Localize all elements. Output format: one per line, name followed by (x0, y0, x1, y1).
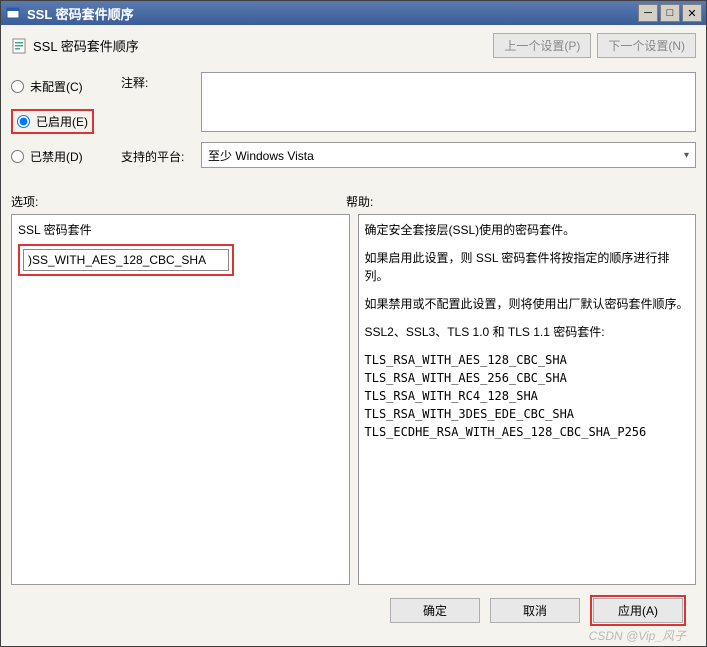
help-p3: 如果禁用或不配置此设置，则将使用出厂默认密码套件顺序。 (365, 295, 690, 313)
radio-enabled-input[interactable] (17, 115, 30, 128)
cipher-input-highlight (18, 244, 234, 276)
titlebar[interactable]: SSL 密码套件顺序 ─ □ ✕ (1, 1, 706, 25)
config-area: 未配置(C) 已启用(E) 已禁用(D) 注释: (11, 72, 696, 179)
fields-column: 注释: 支持的平台: 至少 Windows Vista ▾ (121, 72, 696, 179)
panel-labels: 选项: 帮助: (11, 193, 696, 210)
footer: 确定 取消 应用(A) (11, 585, 696, 636)
options-panel-title: SSL 密码套件 (18, 221, 343, 238)
options-label: 选项: (11, 193, 346, 210)
panels: SSL 密码套件 确定安全套接层(SSL)使用的密码套件。 如果启用此设置，则 … (11, 214, 696, 585)
chevron-down-icon: ▾ (684, 150, 689, 161)
radio-group: 未配置(C) 已启用(E) 已禁用(D) (11, 72, 121, 179)
header-title-text: SSL 密码套件顺序 (33, 36, 139, 55)
app-icon (5, 5, 21, 21)
options-panel[interactable]: SSL 密码套件 (11, 214, 350, 585)
cipher-line: TLS_RSA_WITH_RC4_128_SHA (365, 387, 690, 405)
window-title: SSL 密码套件顺序 (27, 4, 638, 23)
nav-buttons: 上一个设置(P) 下一个设置(N) (493, 33, 696, 58)
comment-textarea[interactable] (201, 72, 696, 132)
platform-value: 至少 Windows Vista (208, 147, 314, 164)
help-panel[interactable]: 确定安全套接层(SSL)使用的密码套件。 如果启用此设置，则 SSL 密码套件将… (358, 214, 697, 585)
content-area: SSL 密码套件顺序 上一个设置(P) 下一个设置(N) 未配置(C) 已启用(… (1, 25, 706, 646)
apply-button[interactable]: 应用(A) (593, 598, 683, 623)
cipher-line: TLS_ECDHE_RSA_WITH_AES_128_CBC_SHA_P256 (365, 423, 690, 441)
prev-setting-button[interactable]: 上一个设置(P) (493, 33, 591, 58)
apply-highlight: 应用(A) (590, 595, 686, 626)
maximize-button[interactable]: □ (660, 4, 680, 22)
window-buttons: ─ □ ✕ (638, 4, 702, 22)
comment-label: 注释: (121, 72, 201, 91)
help-label: 帮助: (346, 193, 696, 210)
radio-disabled-label: 已禁用(D) (30, 148, 83, 165)
help-p2: 如果启用此设置，则 SSL 密码套件将按指定的顺序进行排列。 (365, 249, 690, 285)
cipher-line: TLS_RSA_WITH_3DES_EDE_CBC_SHA (365, 405, 690, 423)
header-label: SSL 密码套件顺序 (11, 36, 493, 55)
cipher-line: TLS_RSA_WITH_AES_128_CBC_SHA (365, 351, 690, 369)
header-row: SSL 密码套件顺序 上一个设置(P) 下一个设置(N) (11, 33, 696, 58)
cipher-line: TLS_RSA_WITH_AES_256_CBC_SHA (365, 369, 690, 387)
radio-enabled-label: 已启用(E) (36, 113, 88, 130)
radio-not-configured[interactable]: 未配置(C) (11, 78, 121, 95)
cipher-list: TLS_RSA_WITH_AES_128_CBC_SHA TLS_RSA_WIT… (365, 351, 690, 441)
enabled-highlight: 已启用(E) (11, 109, 94, 134)
page-icon (11, 38, 27, 54)
radio-disabled[interactable]: 已禁用(D) (11, 148, 121, 165)
radio-enabled[interactable]: 已启用(E) (17, 113, 88, 130)
minimize-button[interactable]: ─ (638, 4, 658, 22)
next-setting-button[interactable]: 下一个设置(N) (597, 33, 696, 58)
platform-label: 支持的平台: (121, 146, 201, 165)
radio-not-configured-label: 未配置(C) (30, 78, 83, 95)
platform-dropdown[interactable]: 至少 Windows Vista ▾ (201, 142, 696, 168)
radio-disabled-input[interactable] (11, 150, 24, 163)
comment-row: 注释: (121, 72, 696, 132)
platform-row: 支持的平台: 至少 Windows Vista ▾ (121, 142, 696, 168)
cancel-button[interactable]: 取消 (490, 598, 580, 623)
dialog-window: SSL 密码套件顺序 ─ □ ✕ SSL 密码套件顺序 上一个设置(P) 下一个… (0, 0, 707, 647)
ok-button[interactable]: 确定 (390, 598, 480, 623)
help-p4: SSL2、SSL3、TLS 1.0 和 TLS 1.1 密码套件: (365, 323, 690, 341)
cipher-suite-input[interactable] (23, 249, 229, 271)
help-p1: 确定安全套接层(SSL)使用的密码套件。 (365, 221, 690, 239)
close-button[interactable]: ✕ (682, 4, 702, 22)
radio-not-configured-input[interactable] (11, 80, 24, 93)
